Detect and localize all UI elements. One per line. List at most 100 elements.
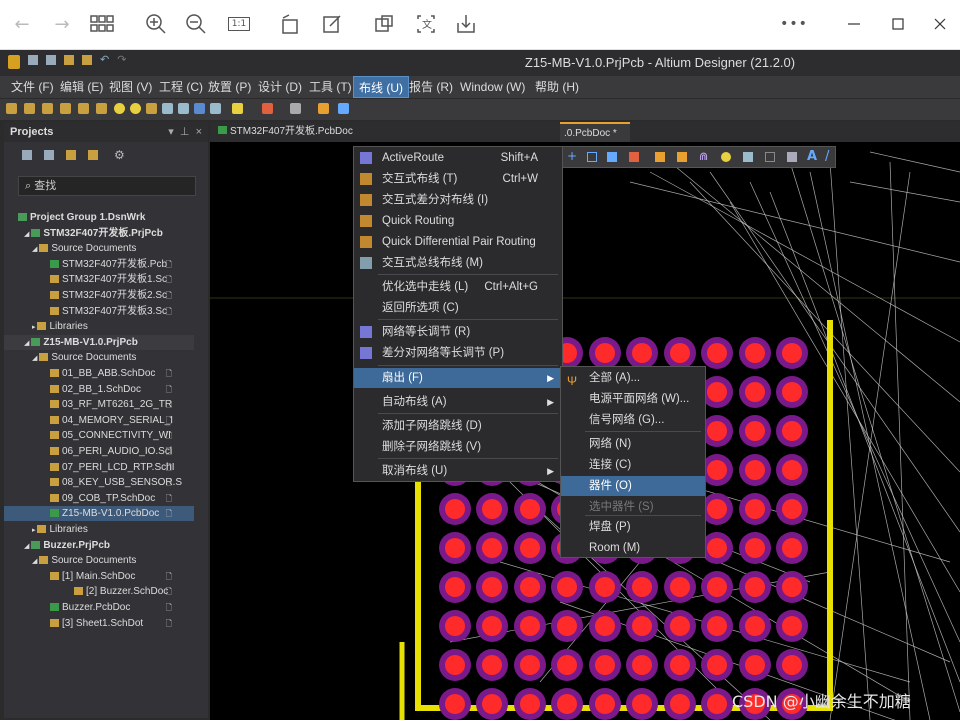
plus-icon[interactable]: + <box>567 149 577 163</box>
crop-icon[interactable] <box>370 10 398 38</box>
fanout-menu-item[interactable]: 电源平面网络 (W)... <box>561 389 705 409</box>
expand-toggle-icon[interactable]: ◢ <box>32 355 39 362</box>
expand-toggle-icon[interactable]: ◢ <box>24 340 31 347</box>
route-menu-item[interactable]: Quick Differential Pair Routing <box>354 232 562 252</box>
close-icon[interactable] <box>926 10 954 38</box>
more-icon[interactable]: ••• <box>780 10 808 38</box>
tree-item[interactable]: 09_COB_TP.SchDoc 🗋 <box>4 491 194 506</box>
tree-item[interactable]: 02_BB_1.SchDoc 🗋 <box>4 382 194 397</box>
tab-z15-pcbdoc[interactable]: .0.PcbDoc * <box>560 122 630 142</box>
line-tool-icon[interactable]: / <box>825 149 829 164</box>
minimize-icon[interactable] <box>840 10 868 38</box>
tree-item[interactable]: ◢ Source Documents <box>4 553 194 568</box>
toolbar-tool-icon[interactable] <box>60 103 71 114</box>
dimension-icon[interactable] <box>787 152 797 162</box>
tree-item[interactable]: 07_PERI_LCD_RTP.SchI 🗋 <box>4 460 194 475</box>
toolbar-tool-icon[interactable] <box>24 103 35 114</box>
projects-search-input[interactable]: ⌕ 查找 <box>18 176 196 196</box>
route-menu-item[interactable]: 交互式总线布线 (M) <box>354 253 562 273</box>
route-icon[interactable] <box>655 152 665 162</box>
route-menu-item[interactable]: 网络等长调节 (R) <box>354 322 562 342</box>
save-icon[interactable] <box>452 10 480 38</box>
tree-item[interactable]: ▸ Libraries <box>4 319 194 334</box>
menu-tools[interactable]: 工具 (T) <box>304 76 357 98</box>
tune-icon[interactable]: ⋒ <box>699 150 708 163</box>
route-menu-item[interactable]: 返回所选项 (C) <box>354 298 562 318</box>
fanout-menu-item[interactable]: Room (M) <box>561 538 705 558</box>
menu-help[interactable]: 帮助 (H) <box>530 76 584 98</box>
align-icon[interactable] <box>607 152 617 162</box>
menu-route[interactable]: 布线 (U) <box>353 76 409 98</box>
tree-item[interactable]: 06_PERI_AUDIO_IO.Scl 🗋 <box>4 444 194 459</box>
toolbar-tool-icon[interactable] <box>78 103 89 114</box>
gear-icon[interactable]: ⚙ <box>114 148 125 162</box>
tree-item[interactable]: Project Group 1.DsnWrk <box>4 210 194 225</box>
route-menu-item[interactable]: 添加子网络跳线 (D) <box>354 416 562 436</box>
diff-route-icon[interactable] <box>677 152 687 162</box>
maximize-icon[interactable] <box>884 10 912 38</box>
toolbar-tool-icon[interactable] <box>42 103 53 114</box>
route-menu-item[interactable]: Quick Routing <box>354 211 562 231</box>
text-icon[interactable]: 文 <box>412 10 440 38</box>
toolbar-tool-icon[interactable] <box>262 103 273 114</box>
toolbar-tool-icon[interactable] <box>96 103 107 114</box>
menu-project[interactable]: 工程 (C) <box>154 76 208 98</box>
close-folder-icon[interactable] <box>88 150 98 160</box>
tree-item[interactable]: STM32F407开发板.Pcb 🗋 <box>4 257 194 272</box>
tree-item[interactable]: ◢ Buzzer.PrjPcb <box>4 538 194 553</box>
polygon-icon[interactable] <box>743 152 753 162</box>
menu-design[interactable]: 设计 (D) <box>253 76 307 98</box>
tree-item[interactable]: ◢ STM32F407开发板.PrjPcb <box>4 226 194 241</box>
tree-item[interactable]: ▸ Libraries <box>4 522 194 537</box>
toolbar-tool-icon[interactable] <box>210 103 221 114</box>
toolbar-tool-icon[interactable] <box>146 103 157 114</box>
tree-item[interactable]: [2] Buzzer.SchDoc 🗋 <box>4 584 194 599</box>
menu-file[interactable]: 文件 (F) <box>6 76 59 98</box>
toolbar-tool-icon[interactable] <box>338 103 349 114</box>
menu-edit[interactable]: 编辑 (E) <box>55 76 108 98</box>
route-menu-item[interactable]: 交互式差分对布线 (I) <box>354 190 562 210</box>
via-icon[interactable] <box>721 152 731 162</box>
text-tool-icon[interactable]: A <box>807 149 817 164</box>
tree-item[interactable]: 08_KEY_USB_SENSOR.S 🗋 <box>4 475 194 490</box>
select-icon[interactable] <box>587 152 597 162</box>
route-menu-item[interactable]: 自动布线 (A) ▶ <box>354 392 562 412</box>
menu-window[interactable]: Window (W) <box>455 76 530 98</box>
toolbar-tool-icon[interactable] <box>6 103 17 114</box>
toolbar-tool-icon[interactable] <box>290 103 301 114</box>
open-folder-icon[interactable] <box>66 150 76 160</box>
tree-item[interactable]: ◢ Z15-MB-V1.0.PrjPcb <box>4 334 194 350</box>
toolbar-tool-icon[interactable] <box>318 103 329 114</box>
toolbar-tool-icon[interactable] <box>194 103 205 114</box>
tree-item[interactable]: 04_MEMORY_SERIAL_I 🗋 <box>4 413 194 428</box>
toolbar-tool-icon[interactable] <box>130 103 141 114</box>
edit-icon[interactable] <box>318 10 346 38</box>
menu-view[interactable]: 视图 (V) <box>104 76 157 98</box>
route-menu-item[interactable]: 差分对网络等长调节 (P) <box>354 343 562 363</box>
tree-item[interactable]: STM32F407开发板1.Sc 🗋 <box>4 272 194 287</box>
route-menu-item[interactable]: 扇出 (F) ▶ <box>354 368 562 388</box>
compile-icon[interactable] <box>44 150 54 160</box>
rotate-icon[interactable] <box>276 10 304 38</box>
grid-view-icon[interactable] <box>88 10 116 38</box>
zoom-in-icon[interactable] <box>142 10 170 38</box>
tree-item[interactable]: [3] Sheet1.SchDot 🗋 <box>4 616 194 631</box>
route-menu-item[interactable]: ActiveRoute Shift+A <box>354 148 562 168</box>
expand-toggle-icon[interactable]: ◢ <box>24 231 31 238</box>
tree-item[interactable]: ◢ Source Documents <box>4 241 194 256</box>
toolbar-tool-icon[interactable] <box>178 103 189 114</box>
fanout-menu-item[interactable]: 信号网络 (G)... <box>561 410 705 430</box>
fanout-menu-item[interactable]: 器件 (O) <box>561 476 705 496</box>
tree-item[interactable]: ◢ Source Documents <box>4 350 194 365</box>
toolbar-tool-icon[interactable] <box>162 103 173 114</box>
keepout-icon[interactable] <box>765 152 775 162</box>
tree-item[interactable]: 01_BB_ABB.SchDoc 🗋 <box>4 366 194 381</box>
toolbar-tool-icon[interactable] <box>232 103 243 114</box>
back-arrow-icon[interactable]: ← <box>8 10 36 38</box>
zoom-out-icon[interactable] <box>182 10 210 38</box>
fanout-menu-item[interactable]: 网络 (N) <box>561 434 705 454</box>
tree-item[interactable]: 03_RF_MT6261_2G_TR 🗋 <box>4 397 194 412</box>
route-menu-item[interactable]: 交互式布线 (T) Ctrl+W <box>354 169 562 189</box>
tree-item[interactable]: 05_CONNECTIVITY_WI 🗋 <box>4 428 194 443</box>
panel-controls[interactable]: ▾ ⊥ × <box>168 122 202 142</box>
